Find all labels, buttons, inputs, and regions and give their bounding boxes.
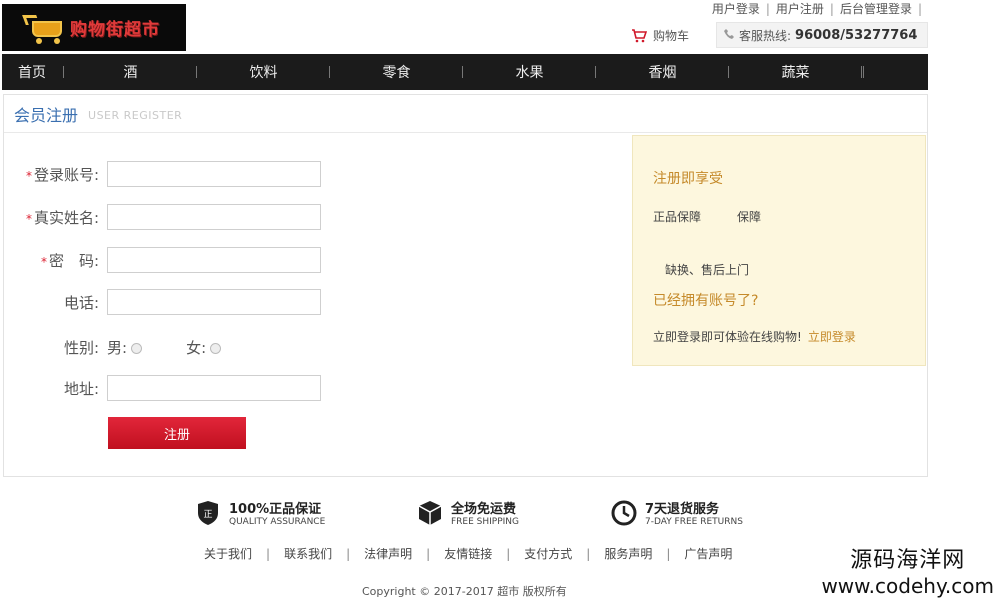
svg-text:正: 正 xyxy=(203,510,212,520)
have-account-title: 已经拥有账号了? xyxy=(653,293,759,309)
footer-link-contact[interactable]: 联系我们 xyxy=(284,545,332,562)
hotline-label: 客服热线: xyxy=(739,28,792,43)
login-link[interactable]: 用户登录 xyxy=(712,0,760,17)
account-input[interactable] xyxy=(107,161,321,187)
login-prompt: 立即登录即可体验在线购物! 立即登录 xyxy=(653,330,856,344)
phone-row: 电话: xyxy=(4,289,321,315)
top-links: 用户登录 | 用户注册 | 后台管理登录 | xyxy=(711,0,922,17)
phone-label: 电话: xyxy=(63,293,99,312)
clock-icon xyxy=(611,499,637,527)
female-label: 女: xyxy=(186,339,207,357)
account-label: * 登录账号: xyxy=(25,165,99,184)
male-label: 男: xyxy=(107,339,128,357)
hotline-box: 客服热线: 96008/53277764 xyxy=(716,22,928,48)
gender-row: 性别: 男: 女: xyxy=(4,337,222,358)
footer-link-ads[interactable]: 广告声明 xyxy=(684,545,732,562)
page-subtitle: USER REGISTER xyxy=(88,108,183,122)
nav-item-cigarettes[interactable]: 香烟 xyxy=(596,62,729,82)
phone-icon xyxy=(723,28,735,43)
realname-row: * 真实姓名: xyxy=(4,204,321,230)
password-input[interactable] xyxy=(107,247,321,273)
shield-icon: 正 xyxy=(195,499,221,527)
nav-item-liquor[interactable]: 酒 xyxy=(64,62,197,82)
cart-icon xyxy=(631,28,647,43)
footer-link-service[interactable]: 服务声明 xyxy=(604,545,652,562)
benefits-title: 注册即享受 xyxy=(653,171,723,187)
nav-item-drinks[interactable]: 饮料 xyxy=(197,62,330,82)
cart-label: 购物车 xyxy=(653,29,690,43)
nav-item-vegetables[interactable]: 蔬菜 xyxy=(729,62,862,82)
address-row: 地址: xyxy=(4,375,321,401)
watermark: 源码海洋网 www.codehy.com xyxy=(821,548,994,598)
site-logo[interactable]: 购物街超市 xyxy=(2,4,186,51)
cart-link[interactable]: 购物车 xyxy=(631,27,689,44)
address-input[interactable] xyxy=(107,375,321,401)
gender-label: 性别: xyxy=(63,339,99,357)
guarantee-quality: 正 100%正品保证 QUALITY ASSURANCE xyxy=(195,498,417,527)
box-icon xyxy=(417,499,443,527)
footer-link-legal[interactable]: 法律声明 xyxy=(364,545,412,562)
copyright: Copyright © 2017-2017 超市 版权所有 xyxy=(362,585,567,598)
nav-item-fruit[interactable]: 水果 xyxy=(463,62,596,82)
nav-item-home[interactable]: 首页 xyxy=(2,62,64,82)
main-nav: 首页 酒 饮料 零食 水果 香烟 蔬菜 xyxy=(2,54,928,90)
footer-link-friends[interactable]: 友情链接 xyxy=(444,545,492,562)
register-submit-button[interactable]: 注册 xyxy=(108,417,246,449)
benefits-box: 注册即享受 正品保障 保障 缺换、售后上门 已经拥有账号了? 立即登录即可体验在… xyxy=(632,135,926,366)
account-row: * 登录账号: xyxy=(4,161,321,187)
password-label: * 密 码: xyxy=(40,251,99,270)
register-link[interactable]: 用户注册 xyxy=(776,0,824,17)
login-now-link[interactable]: 立即登录 xyxy=(808,330,856,344)
guarantee-returns: 7天退货服务 7-DAY FREE RETURNS xyxy=(611,498,743,527)
nav-item-snacks[interactable]: 零食 xyxy=(330,62,463,82)
benefit-line-1: 正品保障 保障 xyxy=(653,210,762,224)
phone-input[interactable] xyxy=(107,289,321,315)
footer-link-about[interactable]: 关于我们 xyxy=(204,545,252,562)
footer-link-payment[interactable]: 支付方式 xyxy=(524,545,572,562)
admin-login-link[interactable]: 后台管理登录 xyxy=(840,0,912,17)
benefit-line-2: 缺换、售后上门 xyxy=(653,263,750,277)
female-radio[interactable] xyxy=(210,343,222,354)
hotline-number: 96008/53277764 xyxy=(795,27,918,43)
guarantee-shipping: 全场免运费 FREE SHIPPING xyxy=(417,498,611,527)
address-label: 地址: xyxy=(63,379,99,398)
register-panel: 会员注册 USER REGISTER * 登录账号: * 真实姓名: * 密 码: 电… xyxy=(3,94,928,477)
male-radio[interactable] xyxy=(131,343,143,354)
cart-logo-icon xyxy=(22,13,66,44)
page-title: 会员注册 xyxy=(14,105,79,125)
password-row: * 密 码: xyxy=(4,247,321,273)
footer-links: 关于我们 | 联系我们 | 法律声明 | 友情链接 | 支付方式 | 服务声明 … xyxy=(204,545,733,562)
realname-label: * 真实姓名: xyxy=(25,208,99,227)
logo-text: 购物街超市 xyxy=(70,20,160,40)
panel-header: 会员注册 USER REGISTER xyxy=(4,95,927,133)
realname-input[interactable] xyxy=(107,204,321,230)
guarantees-bar: 正 100%正品保证 QUALITY ASSURANCE 全场免运费 FREE … xyxy=(195,498,743,527)
